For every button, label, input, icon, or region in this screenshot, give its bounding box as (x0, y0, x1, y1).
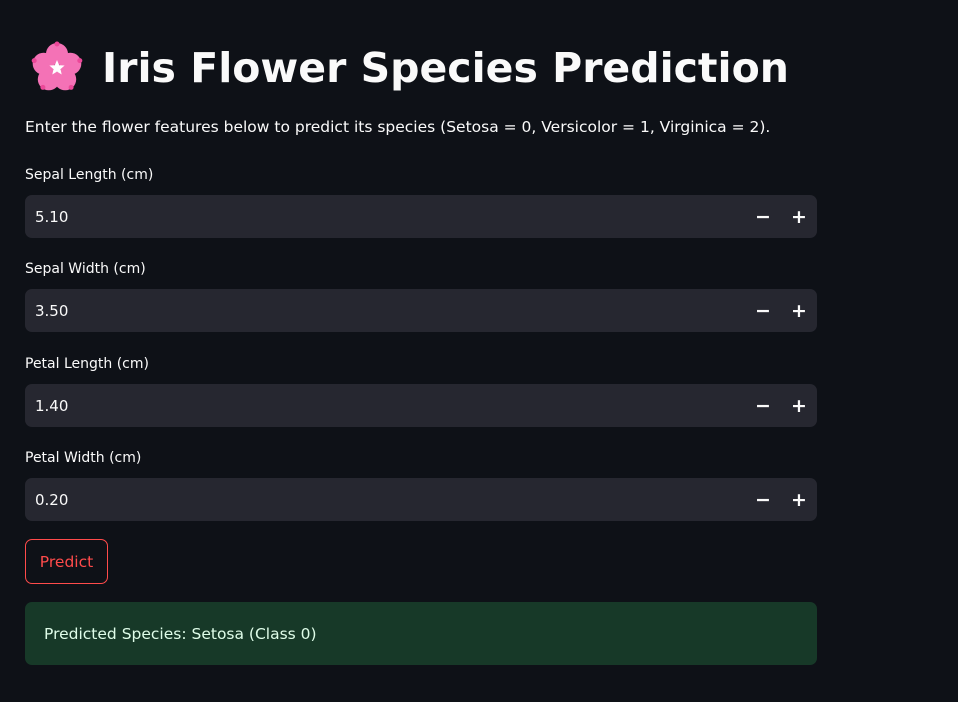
petal-width-increment-button[interactable]: + (781, 478, 817, 521)
sepal-length-label: Sepal Length (cm) (25, 167, 154, 183)
page-title: Iris Flower Species Prediction (102, 43, 789, 92)
intro-text: Enter the flower features below to predi… (25, 118, 771, 136)
petal-width-input-wrapper: − + (25, 478, 817, 521)
predict-button[interactable]: Predict (25, 539, 108, 584)
sepal-width-field: Sepal Width (cm) − + (25, 258, 817, 332)
sepal-width-input-wrapper: − + (25, 289, 817, 332)
sepal-width-decrement-button[interactable]: − (745, 289, 781, 332)
petal-width-field: Petal Width (cm) − + (25, 447, 817, 521)
sepal-width-increment-button[interactable]: + (781, 289, 817, 332)
petal-length-decrement-button[interactable]: − (745, 384, 781, 427)
sepal-length-input[interactable] (25, 195, 745, 238)
petal-width-decrement-button[interactable]: − (745, 478, 781, 521)
title-row: Iris Flower Species Prediction (28, 38, 789, 98)
sepal-width-label: Sepal Width (cm) (25, 261, 146, 277)
petal-width-label: Petal Width (cm) (25, 450, 142, 466)
app-page: Iris Flower Species Prediction Enter the… (0, 0, 958, 702)
petal-length-label: Petal Length (cm) (25, 356, 149, 372)
prediction-result-alert: Predicted Species: Setosa (Class 0) (25, 602, 817, 665)
petal-length-field: Petal Length (cm) − + (25, 353, 817, 427)
petal-length-input[interactable] (25, 384, 745, 427)
petal-length-increment-button[interactable]: + (781, 384, 817, 427)
sepal-length-decrement-button[interactable]: − (745, 195, 781, 238)
sepal-length-input-wrapper: − + (25, 195, 817, 238)
sepal-length-increment-button[interactable]: + (781, 195, 817, 238)
petal-length-input-wrapper: − + (25, 384, 817, 427)
petal-width-input[interactable] (25, 478, 745, 521)
prediction-result-text: Predicted Species: Setosa (Class 0) (44, 624, 317, 643)
sepal-width-input[interactable] (25, 289, 745, 332)
cherry-blossom-icon (28, 39, 86, 97)
sepal-length-field: Sepal Length (cm) − + (25, 164, 817, 238)
